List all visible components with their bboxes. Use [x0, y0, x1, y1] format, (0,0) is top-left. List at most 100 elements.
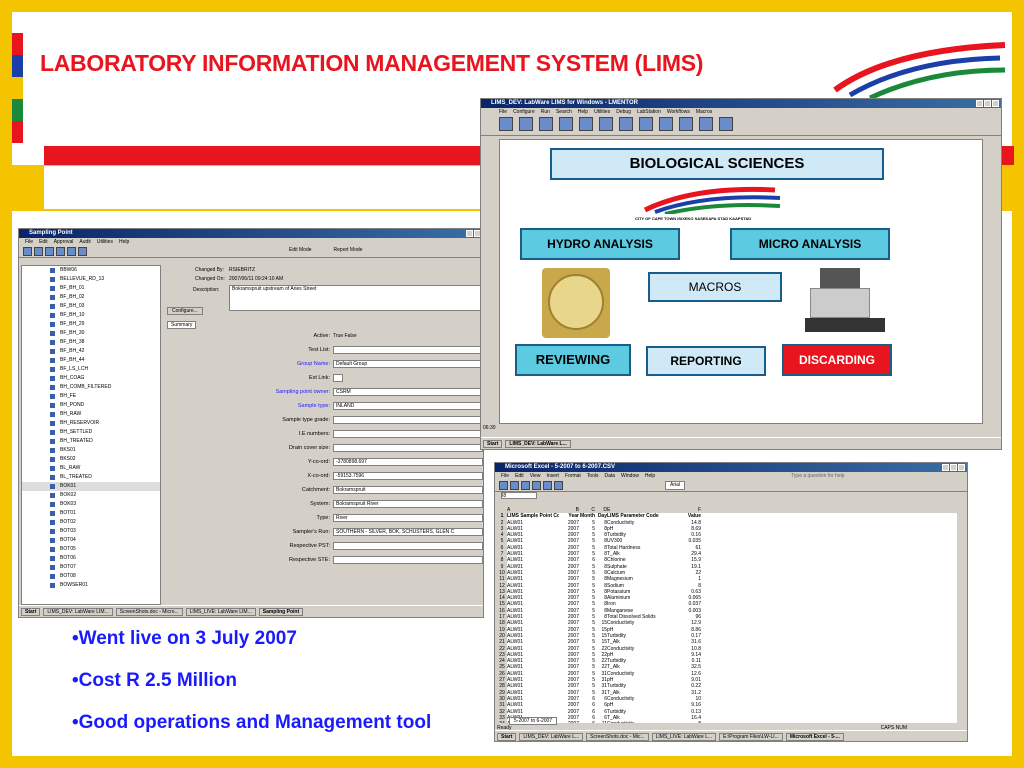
table-cell[interactable]: Conductivity [607, 721, 677, 723]
taskbar-item[interactable]: LIMS_LIVE: LabWare L... [651, 732, 717, 741]
open-icon[interactable] [510, 481, 519, 490]
active-radio[interactable]: True False [333, 333, 357, 339]
toolbar-icon[interactable] [559, 117, 573, 131]
menu-view[interactable]: View [530, 472, 541, 480]
sheet-tab[interactable]: 5-2007 to 6-2007 [509, 717, 558, 725]
toolbar-icon[interactable] [619, 117, 633, 131]
menu-debug[interactable]: Debug [616, 108, 631, 116]
ie-numbers-field[interactable] [333, 430, 483, 438]
sample-type-field[interactable]: INLAND [333, 402, 483, 410]
menu-workflows[interactable]: Workflows [667, 108, 690, 116]
reviewing-button[interactable]: REVIEWING [515, 344, 631, 376]
toolbar-icon[interactable] [519, 117, 533, 131]
menu-utilities[interactable]: Utilities [594, 108, 610, 116]
taskbar-item[interactable]: LIMS_DEV: LabWare LIM... [43, 607, 113, 616]
tree-item[interactable]: BH_FE [22, 392, 160, 401]
menu-insert[interactable]: Insert [546, 472, 559, 480]
tree-item[interactable]: BOT08 [22, 572, 160, 581]
test-list-field[interactable] [333, 346, 483, 354]
tree-item[interactable]: BH_COMB_FILTERED [22, 383, 160, 392]
taskbar-item[interactable]: LIMS_LIVE: LabWare LIM... [185, 607, 256, 616]
sum-icon[interactable] [543, 481, 552, 490]
toolbar-icon[interactable] [599, 117, 613, 131]
tree-item[interactable]: BOT03 [22, 527, 160, 536]
maximize-icon[interactable] [950, 464, 957, 471]
start-button[interactable]: Start [21, 607, 41, 616]
tree-item[interactable]: BOT02 [22, 518, 160, 527]
edit-mode-radio[interactable]: Edit Mode [289, 247, 312, 256]
tree-item[interactable]: BH_POND [22, 401, 160, 410]
minimize-icon[interactable] [466, 230, 473, 237]
taskbar-item-active[interactable]: Sampling Point [258, 607, 304, 616]
menu-help[interactable]: Help [119, 238, 129, 246]
sort-icon[interactable] [554, 481, 563, 490]
tree-item[interactable]: BOT07 [22, 563, 160, 572]
row-number[interactable]: 34 [497, 721, 507, 723]
tree-item[interactable]: BELLEVUE_RD_13 [22, 275, 160, 284]
ext-link-field[interactable] [333, 374, 343, 382]
menu-tools[interactable]: Tools [587, 472, 599, 480]
print-icon[interactable] [532, 481, 541, 490]
taskbar-item-active[interactable]: LIMS_DEV: LabWare L... [505, 439, 571, 448]
start-button[interactable]: Start [483, 439, 503, 448]
tree-item[interactable]: BF_LS_LCH [22, 365, 160, 374]
table-cell[interactable]: 2007 [559, 721, 579, 723]
close-icon[interactable] [958, 464, 965, 471]
tree-item[interactable]: BKS02 [22, 455, 160, 464]
reporting-button[interactable]: REPORTING [646, 346, 766, 376]
menu-window[interactable]: Window [621, 472, 639, 480]
menu-file[interactable]: File [499, 108, 507, 116]
tree-item[interactable]: BOT01 [22, 509, 160, 518]
menu-edit[interactable]: Edit [39, 238, 48, 246]
group-name-select[interactable]: Default Group [333, 360, 483, 368]
tree-item[interactable]: BF_BH_10 [22, 311, 160, 320]
tree-item[interactable]: BH_RESERVOIR [22, 419, 160, 428]
tree-item[interactable]: BOT05 [22, 545, 160, 554]
window-title-bar[interactable]: Sampling Point [19, 229, 483, 238]
copy-icon[interactable] [45, 247, 54, 256]
toolbar-icon[interactable] [699, 117, 713, 131]
tree-item[interactable]: BH_TREATED [22, 437, 160, 446]
x-coord-field[interactable]: -59153.7596 [333, 472, 483, 480]
tree-item[interactable]: BOT04 [22, 536, 160, 545]
tree-item[interactable]: BH_SETTLED [22, 428, 160, 437]
help-question-input[interactable]: Type a question for help [791, 472, 844, 480]
system-select[interactable]: Bokramspruit River [333, 500, 483, 508]
micro-analysis-button[interactable]: MICRO ANALYSIS [730, 228, 890, 260]
discarding-button[interactable]: DISCARDING [782, 344, 892, 376]
sample-grade-select[interactable] [333, 416, 483, 424]
menu-help[interactable]: Help [645, 472, 655, 480]
menu-file[interactable]: File [25, 238, 33, 246]
tree-item[interactable]: BF_BH_30 [22, 329, 160, 338]
start-button[interactable]: Start [497, 732, 517, 741]
tree-item[interactable]: BOK02 [22, 491, 160, 500]
window-title-bar[interactable]: LIMS_DEV: LabWare LIMS for Windows - LME… [481, 99, 1001, 108]
taskbar-item[interactable]: LIMS_DEV: LabWare L... [519, 732, 584, 741]
tree-item[interactable]: BF_BH_03 [22, 302, 160, 311]
sampling-owner-field[interactable]: CSRM [333, 388, 483, 396]
print-icon[interactable] [67, 247, 76, 256]
menu-data[interactable]: Data [604, 472, 615, 480]
configure-button[interactable]: Configure... [167, 307, 203, 315]
menu-approval[interactable]: Approval [54, 238, 74, 246]
tree-item[interactable]: BF_BH_44 [22, 356, 160, 365]
minimize-icon[interactable] [976, 100, 983, 107]
respective-ste-field[interactable] [333, 556, 483, 564]
tree-item[interactable]: BL_TREATED [22, 473, 160, 482]
table-cell[interactable]: 6 [579, 721, 595, 723]
toolbar-icon[interactable] [719, 117, 733, 131]
tree-item[interactable]: BF_BH_02 [22, 293, 160, 302]
tree-item[interactable]: BF_BH_42 [22, 347, 160, 356]
font-select[interactable]: Arial [665, 481, 686, 490]
y-coord-field[interactable]: -3780898.697 [333, 458, 483, 466]
toolbar-icon[interactable] [579, 117, 593, 131]
toolbar-icon[interactable] [499, 117, 513, 131]
table-cell[interactable]: 8 [677, 721, 701, 723]
catchment-select[interactable]: Bokramspruit [333, 486, 483, 494]
tab-summary[interactable]: Summary [167, 321, 197, 329]
close-icon[interactable] [992, 100, 999, 107]
window-title-bar[interactable]: Microsoft Excel - 5-2007 to 6-2007.CSV [495, 463, 967, 472]
tree-item[interactable]: BOT06 [22, 554, 160, 563]
tree-item[interactable]: BH_COAG [22, 374, 160, 383]
type-select[interactable]: River [333, 514, 483, 522]
